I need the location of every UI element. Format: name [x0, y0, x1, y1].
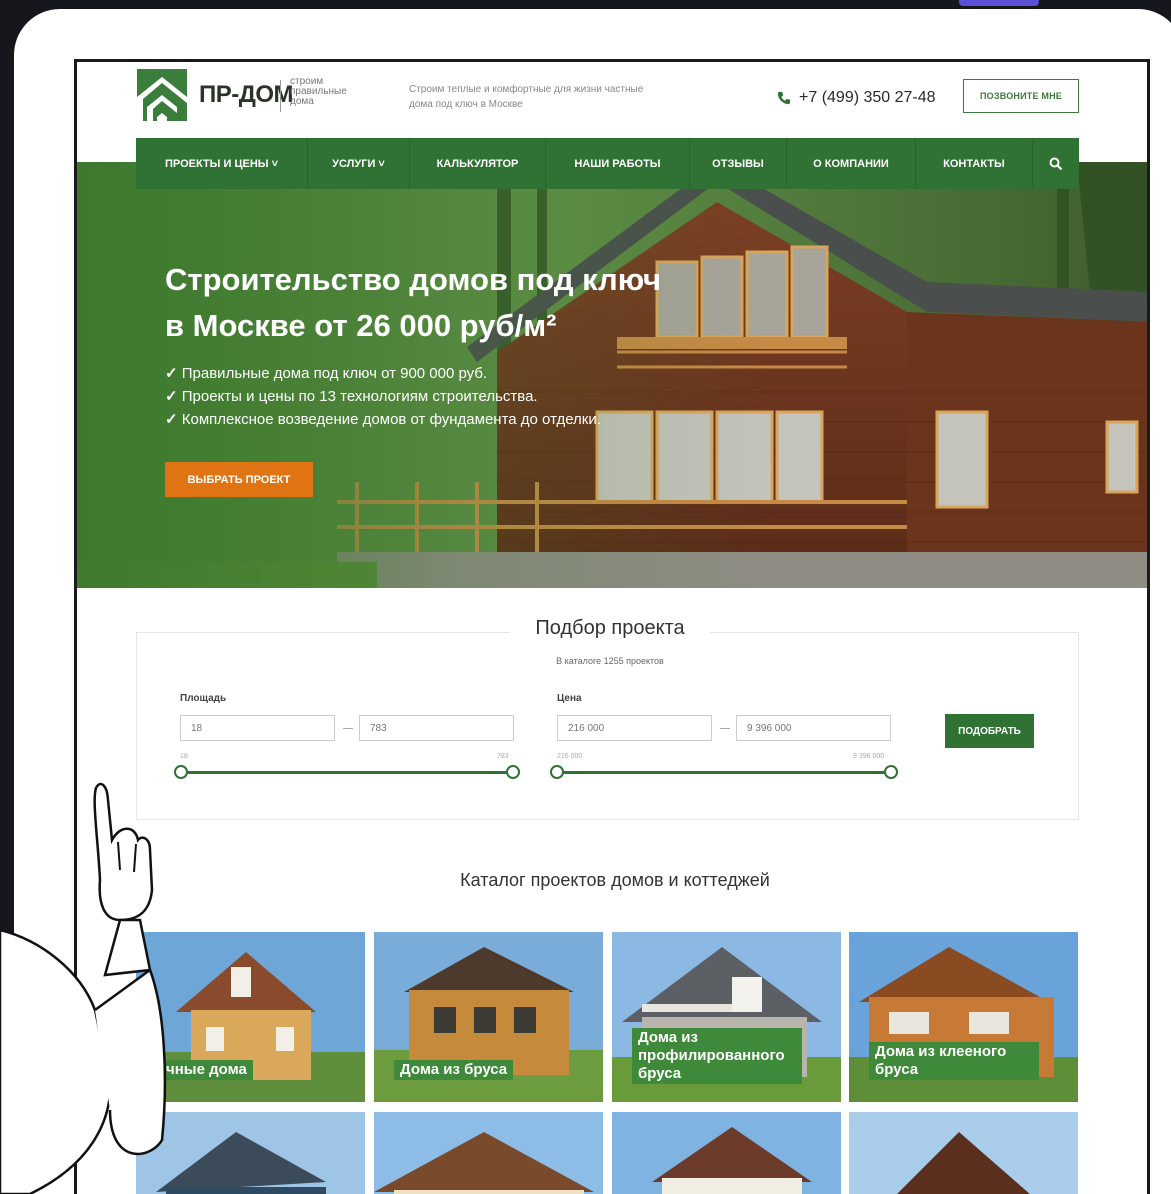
- hero-banner: Строительство домов под ключ в Москве от…: [77, 162, 1147, 588]
- logo-tagline: строим правильные дома: [290, 77, 380, 107]
- price-slider-min-handle[interactable]: [550, 765, 564, 779]
- selector-title-wrap: Подбор проекта: [510, 617, 710, 640]
- price-to-input[interactable]: 9 396 000: [736, 715, 891, 741]
- header-description: Строим теплые и комфортные для жизни час…: [409, 84, 644, 110]
- nav-about[interactable]: О КОМПАНИИ: [787, 138, 916, 189]
- area-min-label: 18: [180, 753, 188, 760]
- catalog-card-glued-timber[interactable]: Дома из клееного бруса: [849, 932, 1078, 1102]
- logo-separator: [280, 80, 281, 112]
- nav-calculator[interactable]: КАЛЬКУЛЯТОР: [410, 138, 546, 189]
- area-slider-min-handle[interactable]: [174, 765, 188, 779]
- callback-button[interactable]: позвоните мне: [963, 79, 1079, 113]
- site-header: ПР-ДОМ строим правильные дома Строим теп…: [77, 62, 1147, 138]
- house-photo: [849, 1112, 1078, 1194]
- logo-icon[interactable]: [137, 69, 187, 121]
- website-screen: ПР-ДОМ строим правильные дома Строим теп…: [74, 59, 1150, 1194]
- nav-services[interactable]: УСЛУГИ ˅: [308, 138, 410, 189]
- hero-title-line: Строительство домов под ключ: [165, 262, 662, 297]
- phone-icon: [777, 91, 791, 105]
- hero-bullets: Правильные дома под ключ от 900 000 руб.…: [165, 362, 601, 431]
- nav-search-button[interactable]: [1033, 138, 1079, 189]
- price-min-label: 216 000: [557, 753, 583, 760]
- price-from-input[interactable]: 216 000: [557, 715, 712, 741]
- hero-bullet: Правильные дома под ключ от 900 000 руб.: [165, 362, 601, 385]
- catalog-card-row2-3[interactable]: [612, 1112, 841, 1194]
- pick-button[interactable]: ПОДОБРАТЬ: [945, 714, 1034, 748]
- nav-reviews[interactable]: ОТЗЫВЫ: [690, 138, 787, 189]
- hero-bullet: Проекты и цены по 13 технологиям строите…: [165, 385, 601, 408]
- catalog-card-profiled-timber[interactable]: Дома из профилированного бруса: [612, 932, 841, 1102]
- price-slider-track[interactable]: [559, 771, 891, 774]
- house-photo: [374, 1112, 603, 1194]
- selector-title: Подбор проекта: [535, 617, 685, 639]
- area-max-label: 783: [497, 753, 509, 760]
- choose-project-button[interactable]: ВЫБРАТЬ ПРОЕКТ: [165, 462, 313, 497]
- backdrop-accent: [959, 0, 1039, 6]
- card-label: Дома из бруса: [394, 1060, 514, 1080]
- hero-title: Строительство домов под ключ в Москве от…: [165, 257, 725, 349]
- card-label: Дома из клееного бруса: [869, 1042, 1039, 1080]
- price-max-label: 9 396 000: [853, 753, 885, 760]
- phone-link[interactable]: +7 (499) 350 27-48: [777, 89, 936, 107]
- price-dash: [720, 728, 730, 729]
- search-icon: [1049, 157, 1063, 170]
- main-nav: ПРОЕКТЫ И ЦЕНЫ ˅ УСЛУГИ ˅ КАЛЬКУЛЯТОР НА…: [136, 138, 1079, 189]
- area-to-input[interactable]: 783: [359, 715, 514, 741]
- area-dash: [343, 728, 353, 729]
- price-slider-max-handle[interactable]: [884, 765, 898, 779]
- price-label: Цена: [557, 693, 582, 704]
- selector-subtitle: В каталоге 1255 проектов: [556, 656, 664, 666]
- logo-name[interactable]: ПР-ДОМ: [199, 81, 294, 109]
- hero-title-line: в Москве от 26 000 руб/м²: [165, 308, 557, 343]
- area-from-input[interactable]: 18: [180, 715, 335, 741]
- house-photo: [612, 1112, 841, 1194]
- phone-number: +7 (499) 350 27-48: [799, 89, 936, 106]
- nav-projects-prices[interactable]: ПРОЕКТЫ И ЦЕНЫ ˅: [136, 138, 308, 189]
- catalog-card-row2-2[interactable]: [374, 1112, 603, 1194]
- area-slider-track[interactable]: [183, 771, 513, 774]
- card-label: Дома из профилированного бруса: [632, 1028, 802, 1084]
- catalog-card-row2-4[interactable]: [849, 1112, 1078, 1194]
- tagline-line: дома: [290, 96, 314, 107]
- nav-contacts[interactable]: КОНТАКТЫ: [916, 138, 1033, 189]
- area-slider-max-handle[interactable]: [506, 765, 520, 779]
- catalog-title: Каталог проектов домов и коттеджей: [460, 870, 770, 890]
- pointing-hand-illustration: [0, 782, 167, 1194]
- nav-our-works[interactable]: НАШИ РАБОТЫ: [546, 138, 690, 189]
- catalog-card-timber-houses[interactable]: Дома из бруса: [374, 932, 603, 1102]
- area-label: Площадь: [180, 693, 227, 704]
- hero-bullet: Комплексное возведение домов от фундамен…: [165, 408, 601, 431]
